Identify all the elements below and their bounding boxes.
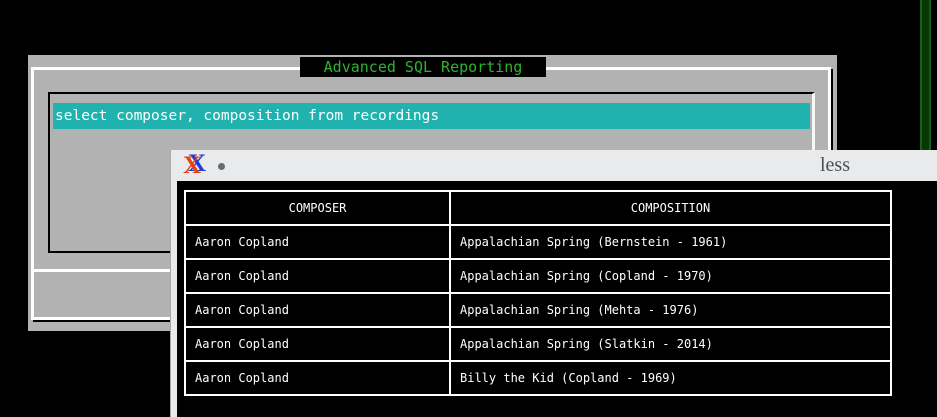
composer-cell: Aaron Copland [185, 225, 450, 259]
composer-cell: Aaron Copland [185, 293, 450, 327]
composer-cell: Aaron Copland [185, 327, 450, 361]
less-window-title: less [785, 154, 885, 177]
header-composition: COMPOSITION [450, 191, 891, 225]
composition-cell: Appalachian Spring (Copland - 1970) [450, 259, 891, 293]
table-row: Aaron Copland Appalachian Spring (Bernst… [185, 225, 891, 259]
table-row: Aaron Copland Billy the Kid (Copland - 1… [185, 361, 891, 395]
x11-logo-icon: X X [183, 151, 209, 179]
results-table: COMPOSER COMPOSITION Aaron Copland Appal… [184, 190, 892, 396]
table-row: Aaron Copland Appalachian Spring (Slatki… [185, 327, 891, 361]
less-window: X X less COMPOSER COMPOSITION [170, 150, 937, 417]
composition-cell: Billy the Kid (Copland - 1969) [450, 361, 891, 395]
composition-cell: Appalachian Spring (Bernstein - 1961) [450, 225, 891, 259]
less-titlebar[interactable]: X X less [171, 150, 937, 181]
table-row: Aaron Copland Appalachian Spring (Coplan… [185, 259, 891, 293]
sql-query-input[interactable] [53, 103, 810, 129]
desktop: Advanced SQL Reporting X X less COMPOSER… [0, 0, 937, 417]
titlebar-dot-icon [218, 163, 225, 170]
less-content: COMPOSER COMPOSITION Aaron Copland Appal… [177, 181, 937, 417]
header-composer: COMPOSER [185, 191, 450, 225]
table-row: Aaron Copland Appalachian Spring (Mehta … [185, 293, 891, 327]
composer-cell: Aaron Copland [185, 361, 450, 395]
composer-cell: Aaron Copland [185, 259, 450, 293]
screen-edge-stripe [920, 0, 931, 151]
composition-cell: Appalachian Spring (Mehta - 1976) [450, 293, 891, 327]
table-header-row: COMPOSER COMPOSITION [185, 191, 891, 225]
window-title: Advanced SQL Reporting [300, 57, 546, 77]
composition-cell: Appalachian Spring (Slatkin - 2014) [450, 327, 891, 361]
